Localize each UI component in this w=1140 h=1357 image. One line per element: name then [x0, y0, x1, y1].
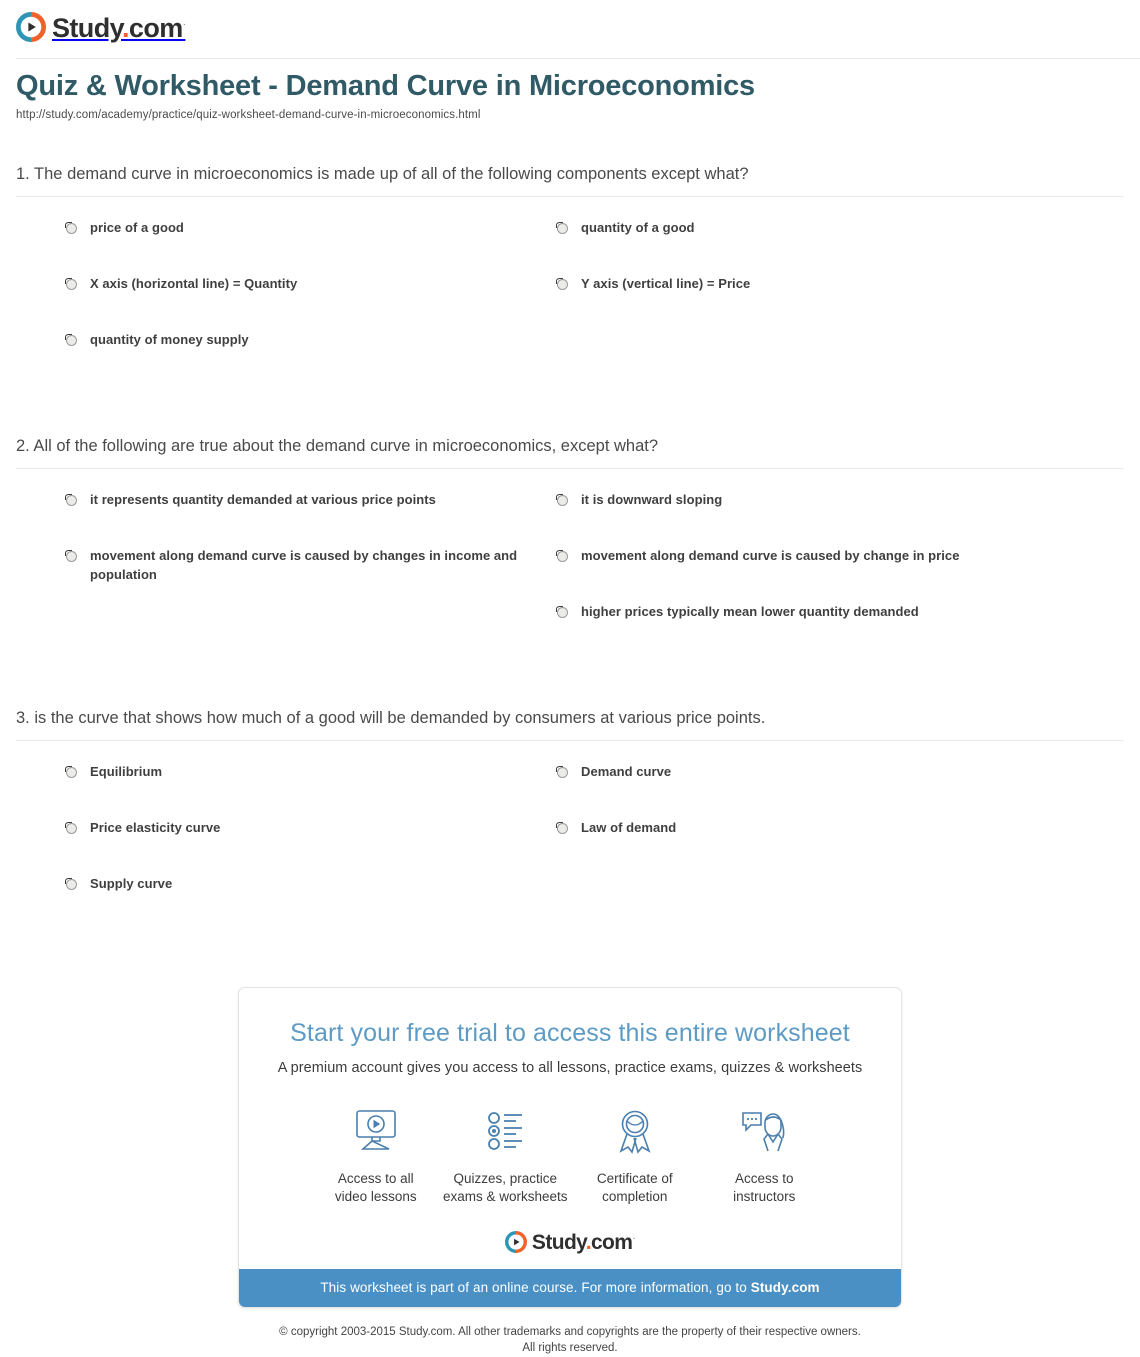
promo-features: Access to all video lessons Quizzes, pra… [311, 1102, 829, 1206]
option-row[interactable]: movement along demand curve is caused by… [553, 547, 1090, 603]
title-block: Quiz & Worksheet - Demand Curve in Micro… [0, 44, 1140, 121]
promo-bar-text: This worksheet is part of an online cour… [320, 1279, 751, 1295]
option-label: Supply curve [90, 876, 173, 892]
monitor-play-icon [311, 1102, 441, 1160]
promo-section: Start your free trial to access this ent… [0, 987, 1140, 1308]
radio-button-icon[interactable] [65, 222, 77, 235]
study-com-logo-mark [16, 12, 46, 42]
question-2: 2. All of the following are true about t… [16, 435, 1124, 659]
option-row[interactable]: price of a good [16, 219, 553, 275]
option-row[interactable]: Equilibrium [16, 763, 553, 819]
question-2-text: 2. All of the following are true about t… [16, 437, 659, 456]
question-spacer [16, 387, 1124, 435]
promo-course-bar[interactable]: This worksheet is part of an online cour… [239, 1268, 901, 1307]
option-row[interactable]: X axis (horizontal line) = Quantity [16, 275, 553, 331]
promo-study-com-logo[interactable]: Study.com· [263, 1230, 877, 1255]
option-row[interactable]: Supply curve [16, 875, 553, 931]
option-label: Demand curve [581, 764, 672, 780]
option-row[interactable]: Y axis (vertical line) = Price [553, 275, 1090, 331]
question-3-options-right: Demand curve Law of demand [553, 763, 1090, 931]
question-spacer [16, 659, 1124, 707]
instructor-chat-icon [700, 1102, 830, 1160]
option-label: quantity of money supply [90, 332, 249, 348]
option-row[interactable]: quantity of money supply [16, 331, 553, 387]
logo-trademark: · [632, 1233, 636, 1245]
option-label: X axis (horizontal line) = Quantity [90, 276, 298, 292]
option-label: it represents quantity demanded at vario… [90, 492, 436, 508]
radio-button-icon[interactable] [65, 550, 77, 563]
option-label: higher prices typically mean lower quant… [581, 604, 919, 620]
radio-button-icon[interactable] [556, 766, 568, 779]
feature-label: Access to instructors [733, 1171, 796, 1205]
option-row[interactable]: movement along demand curve is caused by… [16, 547, 553, 603]
option-label: Price elasticity curve [90, 820, 221, 836]
question-3-options-left: Equilibrium Price elasticity curve Suppl… [16, 763, 553, 931]
question-2-options-left: it represents quantity demanded at vario… [16, 491, 553, 659]
question-3: 3. is the curve that shows how much of a… [16, 707, 1124, 931]
feature-quizzes: Quizzes, practice exams & worksheets [441, 1102, 571, 1206]
question-1-text: 1. The demand curve in microeconomics is… [16, 165, 749, 184]
option-row[interactable]: quantity of a good [553, 219, 1090, 275]
option-label: price of a good [90, 220, 184, 236]
question-2-options: it represents quantity demanded at vario… [16, 469, 1124, 659]
study-com-logo-text: Study.com· [52, 12, 186, 43]
promo-bar-brand[interactable]: Study.com [751, 1280, 820, 1295]
radio-button-icon[interactable] [556, 822, 568, 835]
option-row[interactable]: higher prices typically mean lower quant… [553, 603, 1090, 659]
questions-list: 1. The demand curve in microeconomics is… [0, 163, 1140, 931]
feature-video-lessons: Access to all video lessons [311, 1102, 441, 1206]
promo-title: Start your free trial to access this ent… [290, 1019, 850, 1048]
radio-button-icon[interactable] [556, 494, 568, 507]
question-1: 1. The demand curve in microeconomics is… [16, 163, 1124, 387]
radio-button-icon[interactable] [65, 822, 77, 835]
option-label: movement along demand curve is caused by… [90, 548, 518, 582]
option-row[interactable]: it is downward sloping [553, 491, 1090, 547]
page-url: http://study.com/academy/practice/quiz-w… [16, 109, 481, 122]
question-3-options: Equilibrium Price elasticity curve Suppl… [16, 741, 1124, 931]
option-row[interactable]: Law of demand [553, 819, 1090, 875]
radio-button-icon[interactable] [65, 766, 77, 779]
option-row[interactable]: Price elasticity curve [16, 819, 553, 875]
option-label: Law of demand [581, 820, 677, 836]
checklist-icon [441, 1102, 571, 1160]
award-ribbon-icon [570, 1102, 700, 1160]
option-row[interactable]: Demand curve [553, 763, 1090, 819]
feature-instructors: Access to instructors [700, 1102, 830, 1206]
radio-button-icon[interactable] [556, 278, 568, 291]
option-row[interactable]: it represents quantity demanded at vario… [16, 491, 553, 547]
promo-subtitle: A premium account gives you access to al… [277, 1060, 863, 1077]
question-1-options: price of a good X axis (horizontal line)… [16, 197, 1124, 387]
question-1-options-left: price of a good X axis (horizontal line)… [16, 219, 553, 387]
question-2-options-right: it is downward sloping movement along de… [553, 491, 1090, 659]
radio-button-icon[interactable] [65, 878, 77, 891]
radio-button-icon[interactable] [65, 494, 77, 507]
option-label: Y axis (vertical line) = Price [581, 276, 751, 292]
radio-button-icon[interactable] [556, 606, 568, 619]
study-com-logo[interactable]: Study.com· [16, 12, 186, 43]
site-header: Study.com· [0, 0, 1140, 59]
question-1-options-right: quantity of a good Y axis (vertical line… [553, 219, 1090, 387]
radio-button-icon[interactable] [65, 334, 77, 347]
option-label: it is downward sloping [581, 492, 723, 508]
study-com-logo-text: Study.com· [531, 1231, 636, 1255]
feature-label: Access to all video lessons [334, 1171, 417, 1205]
feature-label: Certificate of completion [596, 1171, 673, 1205]
page-title: Quiz & Worksheet - Demand Curve in Micro… [16, 70, 755, 102]
feature-certificate: Certificate of completion [570, 1102, 700, 1206]
copyright-notice: © copyright 2003-2015 Study.com. All oth… [279, 1325, 861, 1355]
feature-label: Quizzes, practice exams & worksheets [442, 1171, 568, 1205]
radio-button-icon[interactable] [556, 550, 568, 563]
free-trial-card: Start your free trial to access this ent… [238, 987, 902, 1308]
option-label: quantity of a good [581, 220, 695, 236]
option-label: Equilibrium [90, 764, 163, 780]
logo-dot: . [122, 12, 129, 43]
logo-trademark: · [182, 18, 186, 30]
radio-button-icon[interactable] [556, 222, 568, 235]
question-3-text: 3. is the curve that shows how much of a… [16, 709, 766, 728]
radio-button-icon[interactable] [65, 278, 77, 291]
option-label: movement along demand curve is caused by… [581, 548, 960, 564]
study-com-logo-mark [504, 1230, 527, 1253]
